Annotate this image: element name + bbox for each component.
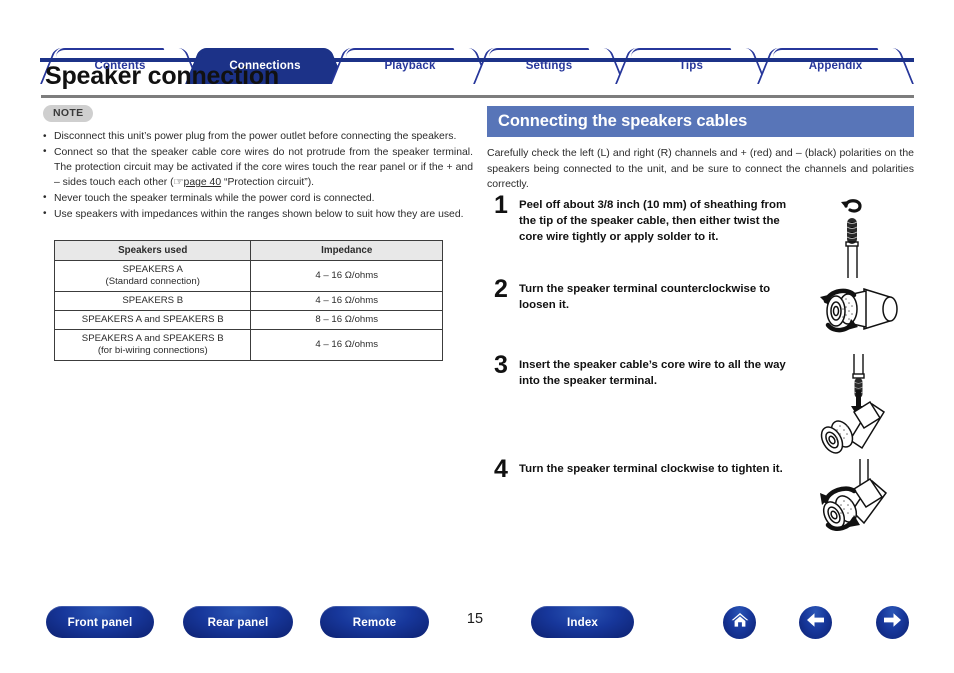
table-cell-impedance: 4 – 16 Ω/ohms	[250, 329, 443, 361]
step-text: Turn the speaker terminal counterclockwi…	[519, 283, 771, 311]
table-cell-speakers: SPEAKERS A (Standard connection)	[53, 260, 252, 292]
note-section: NOTE Disconnect this unit’s power plug f…	[43, 103, 473, 222]
step-3: 3 Insert the speaker cable’s core wire t…	[487, 352, 914, 460]
note-bullet-with-link: Connect so that the speaker cable core w…	[43, 144, 473, 191]
footer-button-label: Index	[566, 615, 599, 629]
note-bullet-suffix: “Protection circuit”).	[221, 177, 315, 189]
table-row: SPEAKERS A and SPEAKERS B 8 – 16 Ω/ohms	[53, 310, 443, 330]
speakers-line2: (Standard connection)	[105, 276, 200, 287]
terminal-counterclockwise-icon	[802, 275, 914, 358]
step-text: Peel off about 3/8 inch (10 mm) of sheat…	[519, 199, 787, 243]
table-header-row: Speakers used Impedance	[53, 240, 443, 261]
section-intro-text: Carefully check the left (L) and right (…	[487, 147, 914, 190]
pointing-hand-icon: ☞	[172, 177, 184, 189]
footer-button-label: Remote	[352, 615, 397, 629]
insert-wire-icon	[802, 352, 914, 461]
footer-button-label: Front panel	[67, 615, 133, 629]
tab-label: Tips	[678, 59, 704, 72]
note-bullet: Use speakers with impedances within the …	[43, 206, 473, 222]
table-header-speakers: Speakers used	[53, 240, 252, 261]
speakers-line1: SPEAKERS A and SPEAKERS B	[81, 333, 224, 344]
tab-label: Contents	[94, 59, 146, 72]
step-text: Insert the speaker cable’s core wire to …	[519, 359, 786, 387]
tab-connections[interactable]: Connections	[185, 48, 345, 84]
step-number: 1	[494, 191, 508, 219]
tab-appendix[interactable]: Appendix	[757, 48, 914, 84]
tab-settings[interactable]: Settings	[473, 48, 625, 84]
table-cell-impedance: 4 – 16 Ω/ohms	[250, 260, 443, 292]
tab-label: Appendix	[808, 59, 863, 72]
step-text: Turn the speaker terminal clockwise to t…	[519, 463, 783, 475]
page-number: 15	[466, 611, 484, 627]
home-button[interactable]	[723, 606, 756, 639]
table-row: SPEAKERS B 4 – 16 Ω/ohms	[53, 291, 443, 311]
table-cell-impedance: 8 – 16 Ω/ohms	[250, 310, 443, 330]
arrow-right-icon	[882, 611, 903, 634]
footer-button-remote[interactable]: Remote	[320, 606, 429, 638]
step-4: 4 Turn the speaker terminal clockwise to…	[487, 456, 914, 548]
speaker-impedance-table: Speakers used Impedance SPEAKERS A (Stand…	[53, 240, 443, 361]
tab-playback[interactable]: Playback	[330, 48, 490, 84]
forward-button[interactable]	[876, 606, 909, 639]
title-divider	[41, 95, 914, 98]
note-bullet: Disconnect this unit’s power plug from t…	[43, 128, 473, 144]
twisted-wire-tip-icon	[802, 194, 914, 287]
tab-label: Playback	[384, 59, 436, 72]
note-bullet-list: Disconnect this unit’s power plug from t…	[43, 128, 473, 222]
footer-button-label: Rear panel	[207, 615, 269, 629]
table-cell-impedance: 4 – 16 Ω/ohms	[250, 291, 443, 311]
step-number: 3	[494, 351, 508, 379]
tab-label: Connections	[229, 59, 301, 72]
footer-button-front-panel[interactable]: Front panel	[46, 606, 154, 638]
tab-contents[interactable]: Contents	[40, 48, 200, 84]
tab-label: Settings	[525, 59, 573, 72]
table-row: SPEAKERS A and SPEAKERS B (for bi-wiring …	[53, 329, 443, 361]
terminal-clockwise-icon	[802, 453, 914, 550]
arrow-left-icon	[805, 611, 826, 634]
table-row: SPEAKERS A (Standard connection) 4 – 16 Ω…	[53, 260, 443, 292]
home-icon	[730, 610, 750, 635]
table-header-impedance: Impedance	[250, 240, 443, 261]
table-cell-speakers: SPEAKERS B	[53, 291, 252, 311]
footer-navigation: Front panel Rear panel Remote 15 Index	[0, 606, 954, 654]
speakers-line1: SPEAKERS A	[122, 264, 183, 275]
section-connecting-speaker-cables: Connecting the speakers cables Carefully…	[487, 106, 914, 193]
note-badge: NOTE	[43, 105, 94, 122]
table-cell-speakers: SPEAKERS A and SPEAKERS B	[53, 310, 252, 330]
table-cell-speakers: SPEAKERS A and SPEAKERS B (for bi-wiring …	[53, 329, 252, 361]
tab-bar: Contents Connections Playback Settings T…	[0, 24, 954, 84]
step-2: 2 Turn the speaker terminal counterclock…	[487, 276, 914, 356]
back-button[interactable]	[799, 606, 832, 639]
speakers-line2: (for bi-wiring connections)	[97, 345, 208, 356]
section-heading: Connecting the speakers cables	[487, 106, 914, 137]
step-number: 4	[494, 455, 508, 483]
step-list: 1 Peel off about 3/8 inch (10 mm) of she…	[487, 192, 914, 548]
tab-tips[interactable]: Tips	[615, 48, 767, 84]
footer-button-index[interactable]: Index	[531, 606, 634, 638]
step-1: 1 Peel off about 3/8 inch (10 mm) of she…	[487, 192, 914, 280]
note-bullet: Never touch the speaker terminals while …	[43, 190, 473, 206]
step-number: 2	[494, 275, 508, 303]
page-reference-link[interactable]: page 40	[184, 177, 222, 188]
footer-button-rear-panel[interactable]: Rear panel	[183, 606, 293, 638]
